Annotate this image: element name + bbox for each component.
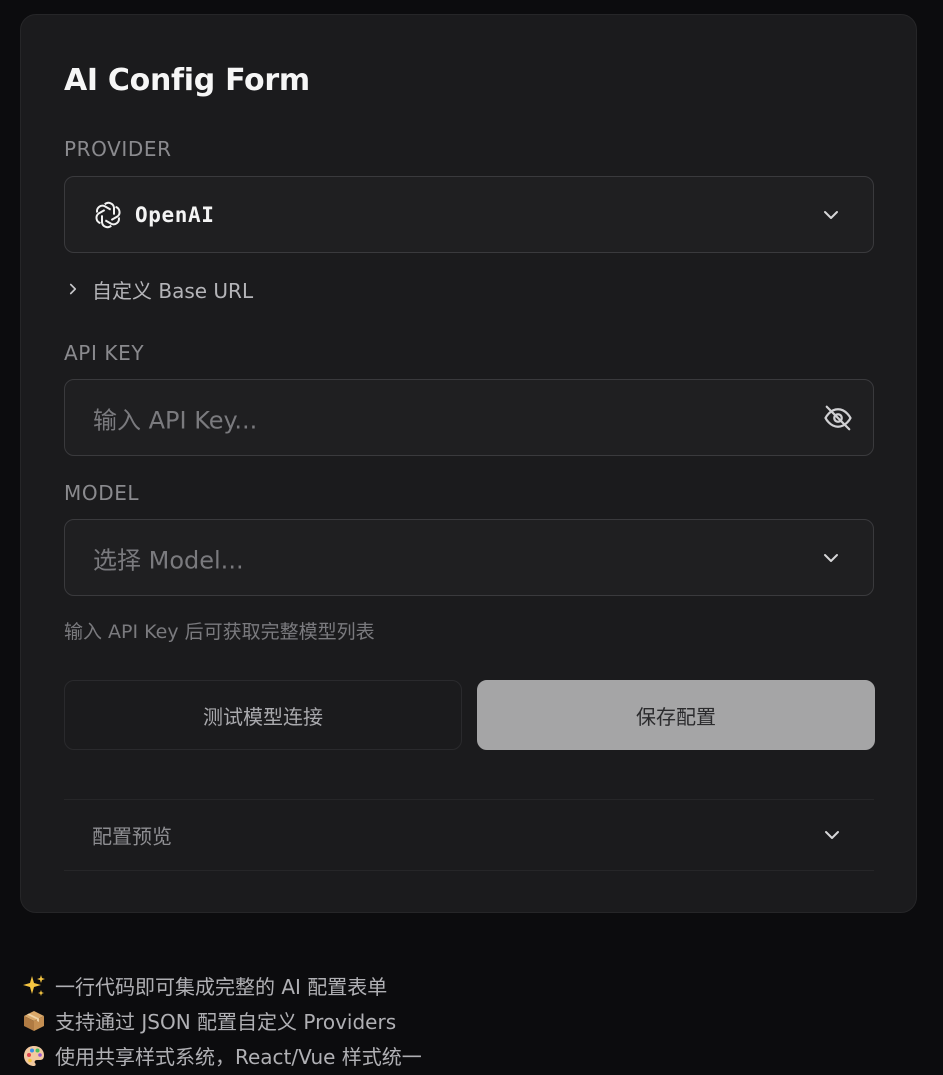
api-key-label: API KEY — [64, 341, 145, 365]
model-select[interactable]: 选择 Model... — [64, 519, 874, 596]
chevron-down-icon — [824, 553, 838, 562]
model-label: MODEL — [64, 481, 140, 505]
api-key-input[interactable]: 输入 API Key... — [64, 379, 874, 456]
feature-item: 支持通过 JSON 配置自定义 Providers — [22, 1003, 422, 1038]
custom-base-url-label: 自定义 Base URL — [92, 278, 254, 303]
feature-item: 使用共享样式系统，React/Vue 样式统一 — [22, 1038, 422, 1073]
feature-list: 一行代码即可集成完整的 AI 配置表单 支持通过 JSON 配置自定义 Prov… — [22, 968, 422, 1073]
feature-text: 使用共享样式系统，React/Vue 样式统一 — [55, 1045, 422, 1069]
save-config-button[interactable]: 保存配置 — [477, 680, 875, 750]
chevron-down-icon — [824, 210, 838, 219]
config-preview-label: 配置预览 — [92, 824, 172, 849]
provider-value: OpenAI — [135, 202, 215, 227]
palette-icon — [24, 1045, 44, 1066]
chevron-right-icon — [69, 283, 77, 295]
openai-logo-icon — [95, 201, 121, 228]
model-placeholder: 选择 Model... — [93, 546, 244, 574]
config-card: AI Config Form PROVIDER OpenAI 自定义 Base … — [20, 14, 917, 913]
chevron-down-icon — [825, 831, 839, 839]
config-preview-toggle[interactable]: 配置预览 — [64, 799, 874, 871]
form-title: AI Config Form — [64, 63, 310, 98]
sparkles-icon — [23, 974, 45, 996]
feature-item: 一行代码即可集成完整的 AI 配置表单 — [22, 968, 422, 1003]
test-connection-button[interactable]: 测试模型连接 — [64, 680, 462, 750]
page: AI Config Form PROVIDER OpenAI 自定义 Base … — [0, 0, 943, 1075]
provider-label: PROVIDER — [64, 137, 172, 161]
api-key-placeholder: 输入 API Key... — [93, 406, 258, 434]
custom-base-url-toggle[interactable]: 自定义 Base URL — [64, 273, 253, 305]
feature-text: 支持通过 JSON 配置自定义 Providers — [55, 1010, 397, 1034]
package-icon — [24, 1010, 44, 1031]
eye-off-icon[interactable] — [823, 403, 853, 433]
feature-text: 一行代码即可集成完整的 AI 配置表单 — [55, 975, 388, 999]
model-hint: 输入 API Key 后可获取完整模型列表 — [64, 621, 375, 643]
provider-select[interactable]: OpenAI — [64, 176, 874, 253]
